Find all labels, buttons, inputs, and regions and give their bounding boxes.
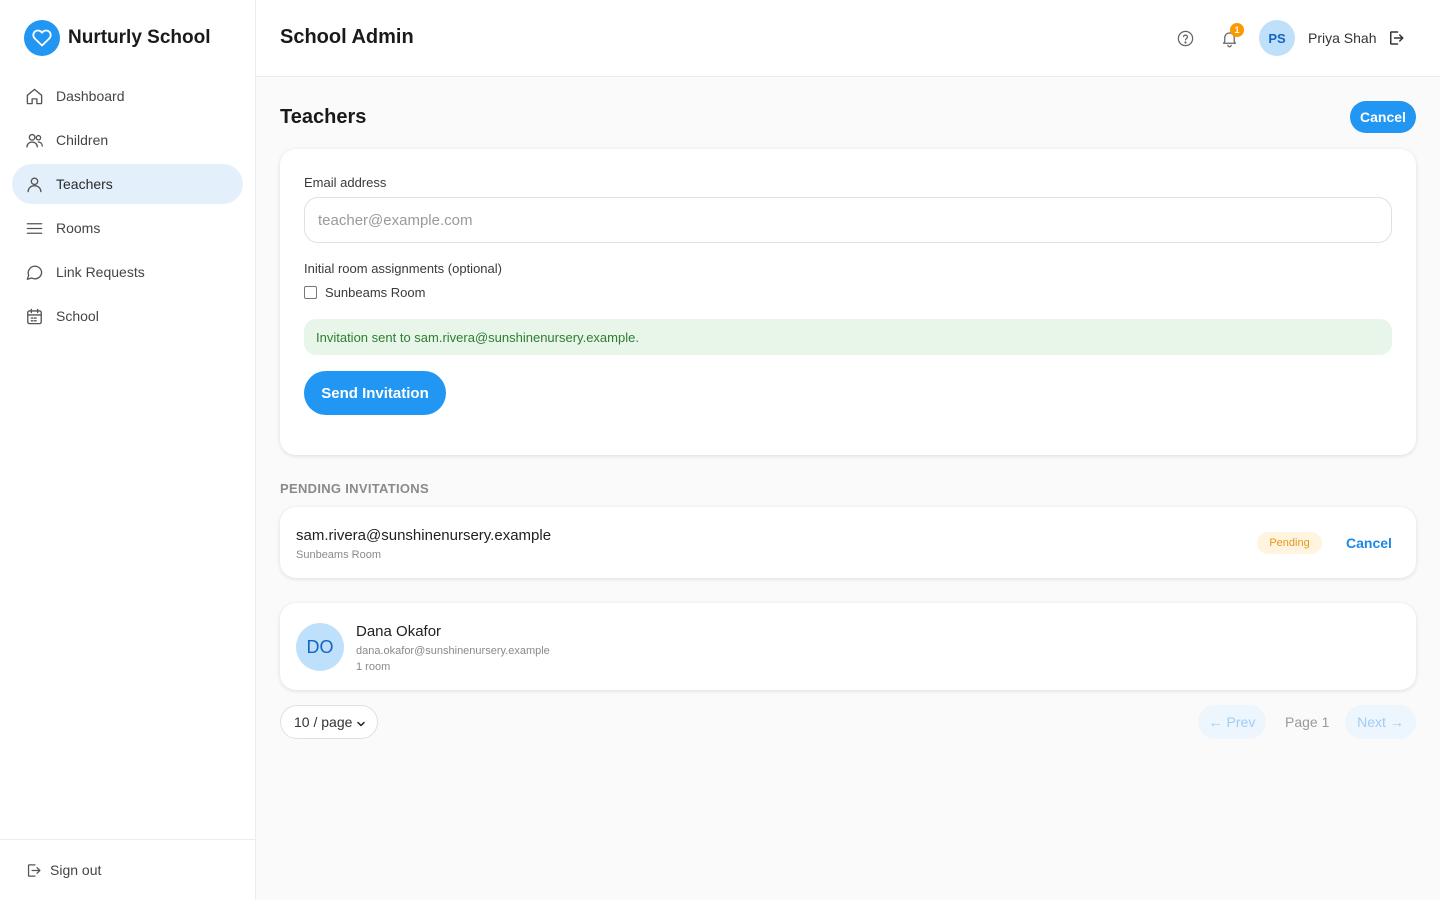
room-checkbox[interactable]: [304, 286, 317, 299]
room-assignments-label: Initial room assignments (optional): [304, 261, 502, 276]
brand[interactable]: Nurturly School: [24, 20, 211, 56]
sidebar-item-teachers[interactable]: Teachers: [12, 164, 243, 204]
sidebar-item-school[interactable]: School: [12, 296, 243, 336]
menu-icon: [24, 218, 44, 238]
user-icon: [24, 174, 44, 194]
page-title: Teachers: [280, 106, 367, 128]
teacher-room-count: 1 room: [356, 661, 391, 673]
sidebar-item-label: Children: [56, 132, 109, 148]
room-option-label: Sunbeams Room: [325, 285, 426, 300]
sidebar-item-label: School: [56, 308, 99, 324]
top-header: School Admin 1 PS Priya Shah: [256, 0, 1440, 77]
prev-page-button[interactable]: ← Prev: [1198, 705, 1266, 739]
home-icon: [24, 86, 44, 106]
chevron-down-icon: [355, 717, 367, 733]
status-badge: Pending: [1257, 532, 1322, 554]
sidebar-item-rooms[interactable]: Rooms: [12, 208, 243, 248]
notification-badge: 1: [1230, 23, 1244, 37]
room-option-sunbeams[interactable]: Sunbeams Room: [304, 285, 425, 300]
sign-out-label: Sign out: [50, 862, 102, 878]
logout-icon: [24, 861, 42, 879]
user-name[interactable]: Priya Shah: [1308, 30, 1376, 46]
page-indicator: Page 1: [1285, 714, 1330, 730]
page-size-value: 10 / page: [294, 714, 353, 730]
pending-invitations-heading: PENDING INVITATIONS: [280, 481, 429, 496]
logout-icon[interactable]: [1386, 28, 1406, 48]
invite-form-card: Email address Initial room assignments (…: [280, 149, 1416, 455]
invite-room: Sunbeams Room: [296, 549, 381, 561]
avatar: DO: [296, 623, 344, 671]
heart-icon: [24, 20, 60, 56]
invite-email: sam.rivera@sunshinenursery.example: [296, 527, 552, 544]
send-invitation-button[interactable]: Send Invitation: [304, 371, 446, 415]
sidebar-item-label: Teachers: [56, 176, 113, 192]
list-item: sam.rivera@sunshinenursery.example Sunbe…: [280, 507, 1416, 578]
sidebar-item-link-requests[interactable]: Link Requests: [12, 252, 243, 292]
brand-name: Nurturly School: [68, 27, 211, 48]
sidebar-item-dashboard[interactable]: Dashboard: [12, 76, 243, 116]
chat-bubble-icon: [24, 262, 44, 282]
sidebar-item-label: Link Requests: [56, 264, 145, 280]
sidebar-nav: Dashboard Children Teachers Rooms Link R…: [12, 76, 243, 340]
page-size-select[interactable]: 10 / page: [280, 705, 378, 739]
email-label: Email address: [304, 175, 387, 190]
email-field[interactable]: [304, 197, 1392, 243]
next-page-button[interactable]: Next →: [1345, 705, 1416, 739]
teacher-name: Dana Okafor: [356, 623, 442, 640]
sidebar-item-children[interactable]: Children: [12, 120, 243, 160]
teacher-email: dana.okafor@sunshinenursery.example: [356, 645, 550, 657]
sidebar-item-label: Dashboard: [56, 88, 125, 104]
users-icon: [24, 130, 44, 150]
success-alert: Invitation sent to sam.rivera@sunshinenu…: [304, 319, 1392, 355]
sign-out-button[interactable]: Sign out: [0, 839, 255, 900]
calendar-icon: [24, 306, 44, 326]
list-item[interactable]: DO Dana Okafor dana.okafor@sunshinenurse…: [280, 603, 1416, 690]
sidebar: Nurturly School Dashboard Children Teach…: [0, 0, 256, 900]
cancel-button[interactable]: Cancel: [1350, 101, 1416, 133]
help-icon[interactable]: [1174, 27, 1196, 49]
avatar[interactable]: PS: [1259, 20, 1295, 56]
cancel-invitation-link[interactable]: Cancel: [1346, 535, 1392, 551]
header-title: School Admin: [280, 26, 414, 48]
sidebar-item-label: Rooms: [56, 220, 101, 236]
